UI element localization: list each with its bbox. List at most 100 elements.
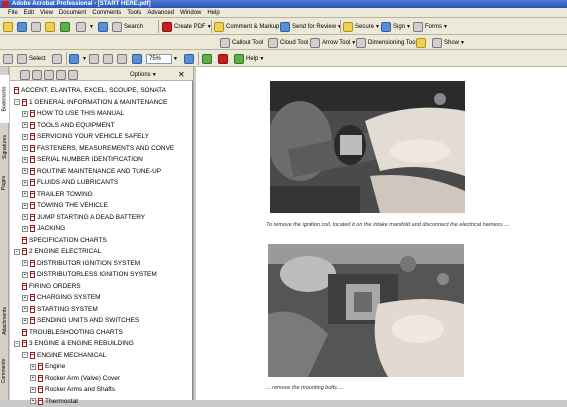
rotate-button[interactable] [202, 52, 214, 65]
bookmark-item[interactable]: + Rocker Arm (Valve) Cover [30, 373, 120, 384]
bookmark-item[interactable]: + DISTRIBUTORLESS IGNITION SYSTEM [22, 269, 157, 280]
collapse-minus-icon[interactable]: − [14, 340, 20, 347]
bookmark-item[interactable]: + SENDING UNITS AND SWITCHES [22, 315, 139, 326]
bookmark-item[interactable]: + CHARGING SYSTEM [22, 292, 101, 303]
sign-button[interactable]: Sign ▼ [381, 20, 411, 33]
spell-check-button[interactable] [60, 20, 72, 33]
arrow-tool-button[interactable]: Arrow Tool ▼ [310, 36, 356, 49]
bookmark-item[interactable]: + Rocker Arms and Shafts [30, 384, 115, 395]
bookmark-item[interactable]: − 3 ENGINE & ENGINE REBUILDING [14, 338, 134, 349]
bookmark-item[interactable]: − ENGINE MECHANICAL [22, 350, 106, 361]
menu-window[interactable]: Window [177, 8, 204, 18]
menu-edit[interactable]: Edit [21, 8, 37, 18]
zoom-tool-button[interactable]: ▼ [69, 52, 87, 65]
expand-plus-icon[interactable]: + [22, 271, 28, 278]
zoom-value[interactable]: 75% [146, 53, 172, 64]
bookmark-item[interactable]: + Thermostat [30, 396, 78, 407]
expand-plus-icon[interactable]: + [22, 122, 28, 128]
tab-attachments[interactable]: Attachments [0, 297, 9, 345]
expand-plus-icon[interactable]: + [22, 133, 28, 140]
expand-plus-icon[interactable]: + [22, 317, 28, 324]
expand-plus-icon[interactable]: + [22, 294, 28, 301]
zoom-in-button[interactable] [184, 52, 196, 65]
send-review-button[interactable]: Send for Review▼ [280, 20, 342, 33]
bookmark-item[interactable]: SPECIFICATION CHARTS [22, 235, 107, 246]
bookmark-item[interactable]: + TRAILER TOWING [22, 189, 93, 200]
menu-advanced[interactable]: Advanced [144, 8, 177, 18]
search-button[interactable]: Search [112, 20, 143, 33]
email-button[interactable] [45, 20, 57, 33]
menu-file[interactable]: File [0, 8, 21, 18]
snapshot-tool-button[interactable] [52, 52, 64, 65]
create-pdf-button[interactable]: Create PDF ▼ [162, 20, 212, 33]
bookmark-item[interactable]: + FASTENERS, MEASUREMENTS AND CONVE [22, 143, 174, 154]
attach-button[interactable]: ▼ [76, 20, 94, 33]
collapse-minus-icon[interactable]: − [14, 99, 20, 105]
bookmark-item[interactable]: + JACKING [22, 223, 65, 234]
bookmark-new-button[interactable] [20, 68, 32, 81]
expand-plus-icon[interactable]: + [22, 225, 28, 232]
expand-plus-icon[interactable]: + [22, 179, 28, 186]
bookmark-properties-button[interactable] [44, 68, 56, 81]
callout-tool-button[interactable]: Callout Tool [220, 36, 263, 49]
bookmark-item[interactable]: + STARTING SYSTEM [22, 304, 98, 315]
close-panel-button[interactable]: ✕ [178, 68, 185, 81]
expand-plus-icon[interactable]: + [30, 363, 36, 370]
fit-width-button[interactable] [117, 52, 129, 65]
menu-document[interactable]: Document [56, 8, 89, 18]
bookmark-item[interactable]: TROUBLESHOOTING CHARTS [22, 327, 123, 338]
expand-plus-icon[interactable]: + [30, 375, 36, 381]
expand-plus-icon[interactable]: + [22, 110, 28, 117]
tab-bookmarks[interactable]: Bookmarks [0, 75, 9, 123]
expand-plus-icon[interactable]: + [30, 386, 36, 393]
chevron-down-icon[interactable]: ▼ [173, 56, 178, 62]
text-box-tool-button[interactable] [416, 36, 428, 49]
expand-plus-icon[interactable]: + [22, 260, 28, 266]
bookmark-item[interactable]: + DISTRIBUTOR IGNITION SYSTEM [22, 258, 140, 269]
select-tool-button[interactable]: Select [17, 52, 46, 65]
expand-plus-icon[interactable]: + [22, 168, 28, 174]
bookmark-expand-button[interactable] [56, 68, 68, 81]
print-button[interactable] [31, 20, 43, 33]
options-menu[interactable]: Options ▼ [130, 68, 157, 81]
expand-plus-icon[interactable]: + [22, 202, 28, 209]
expand-plus-icon[interactable]: + [22, 145, 28, 151]
bookmark-delete-button[interactable] [32, 68, 44, 81]
bookmark-item[interactable]: − 1 GENERAL INFORMATION & MAINTENANCE [14, 97, 167, 108]
menu-comments[interactable]: Comments [89, 8, 124, 18]
collapse-minus-icon[interactable]: − [22, 352, 28, 358]
expand-plus-icon[interactable]: + [22, 156, 28, 163]
expand-plus-icon[interactable]: + [30, 398, 36, 404]
bookmark-item[interactable]: + TOWING THE VEHICLE [22, 200, 108, 211]
bookmark-item[interactable]: − 2 ENGINE ELECTRICAL [14, 246, 101, 257]
menu-help[interactable]: Help [204, 8, 222, 18]
save-button[interactable] [17, 20, 29, 33]
tab-comments[interactable]: Comments [0, 349, 9, 393]
tab-pages[interactable]: Pages [0, 171, 9, 195]
bookmark-item[interactable]: + HOW TO USE THIS MANUAL [22, 108, 124, 119]
bookmark-item[interactable]: ACCENT, ELANTRA, EXCEL, SCOUPE, SONATA [14, 85, 166, 96]
bookmark-highlight-button[interactable] [68, 68, 80, 81]
forms-button[interactable]: Forms ▼ [413, 20, 448, 33]
bookmark-item[interactable]: + Engine [30, 361, 65, 372]
bookmark-item[interactable]: + JUMP STARTING A DEAD BATTERY [22, 212, 145, 223]
zoom-input[interactable]: 75% ▼ [146, 52, 178, 65]
show-button[interactable]: Show ▼ [432, 36, 465, 49]
help-button[interactable]: Help ▼ [234, 52, 264, 65]
bookmark-item[interactable]: FIRING ORDERS [22, 281, 81, 292]
secure-button[interactable]: Secure ▼ [343, 20, 380, 33]
cloud-tool-button[interactable]: Cloud Tool [268, 36, 308, 49]
expand-plus-icon[interactable]: + [22, 306, 28, 312]
bookmark-item[interactable]: + FLUIDS AND LUBRICANTS [22, 177, 118, 188]
how-to-button[interactable] [218, 52, 230, 65]
bookmark-item[interactable]: + ROUTINE MAINTENANCE AND TUNE-UP [22, 166, 161, 177]
menu-tools[interactable]: Tools [124, 8, 144, 18]
zoom-out-button[interactable] [132, 52, 144, 65]
find-button[interactable] [98, 20, 110, 33]
bookmark-item[interactable]: + SERIAL NUMBER IDENTIFICATION [22, 154, 143, 165]
expand-plus-icon[interactable]: + [22, 214, 28, 220]
open-button[interactable] [3, 20, 15, 33]
dimensioning-tool-button[interactable]: Dimensioning Tool [356, 36, 417, 49]
menu-view[interactable]: View [37, 8, 56, 18]
actual-size-button[interactable] [89, 52, 101, 65]
